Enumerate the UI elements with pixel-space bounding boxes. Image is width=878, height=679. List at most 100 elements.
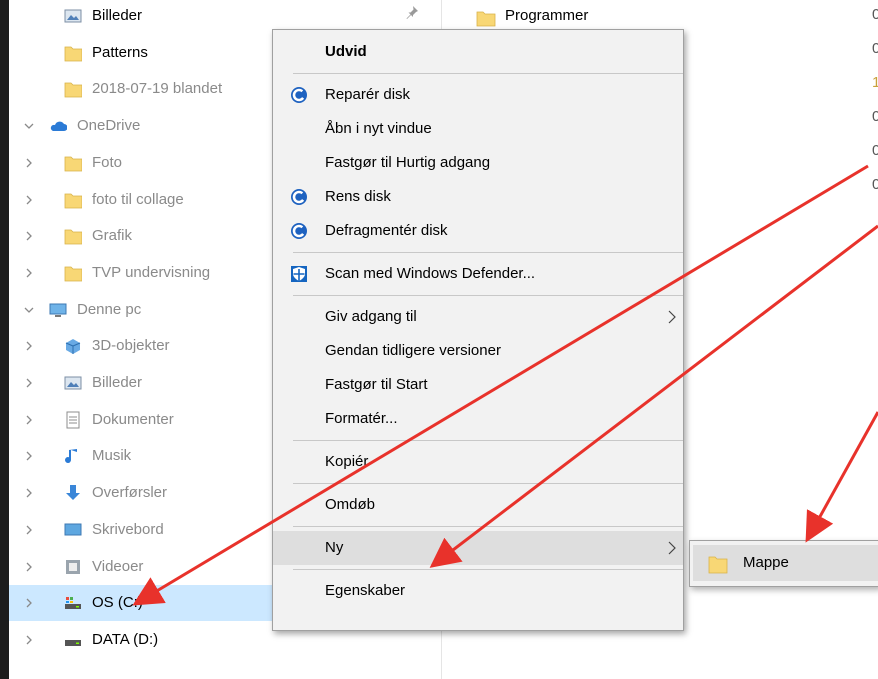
nav-item-label: foto til collage — [92, 190, 184, 208]
chevron-right-icon[interactable] — [23, 561, 35, 573]
nav-item-label: Skrivebord — [92, 520, 164, 538]
folder-icon — [64, 44, 83, 62]
menu-item[interactable]: Rens disk — [273, 180, 683, 214]
nav-item-label: Billeder — [92, 7, 143, 24]
folder-icon — [708, 556, 728, 574]
menu-item-label: Egenskaber — [325, 582, 406, 599]
3d-objects-icon — [64, 337, 82, 355]
nav-item-label: Foto — [92, 153, 123, 171]
chevron-right-icon[interactable] — [23, 524, 35, 536]
drive-icon — [64, 631, 82, 649]
column-value: 0 — [872, 6, 878, 23]
menu-item[interactable]: Reparér disk — [273, 78, 683, 112]
menu-separator — [293, 569, 683, 570]
menu-item-label: Fastgør til Hurtig adgang — [325, 154, 491, 171]
chevron-down-icon[interactable] — [23, 120, 35, 132]
file-name-programmer[interactable]: Programmer — [505, 7, 588, 24]
music-icon — [64, 447, 82, 465]
chevron-right-icon[interactable] — [23, 377, 35, 389]
pin-icon — [405, 5, 419, 19]
nav-item-label: Patterns — [92, 43, 148, 61]
menu-item-label: Formatér... — [325, 410, 398, 427]
ccleaner-icon — [290, 222, 308, 240]
system-drive-icon — [64, 594, 82, 612]
menu-item[interactable]: Defragmentér disk — [273, 214, 683, 248]
menu-item[interactable]: Udvid — [273, 35, 683, 69]
column-value: 0 — [872, 176, 878, 193]
folder-icon — [64, 227, 83, 245]
chevron-down-icon[interactable] — [23, 304, 35, 316]
nav-item-label: Overførsler — [92, 484, 167, 502]
chevron-right-icon[interactable] — [23, 450, 35, 462]
chevron-right-icon — [667, 310, 677, 324]
menu-item[interactable]: Formatér... — [273, 402, 683, 436]
menu-item-label: Reparér disk — [325, 86, 411, 103]
computer-icon — [49, 301, 67, 319]
nav-item-label: Denne pc — [77, 300, 142, 318]
windows-defender-icon — [290, 265, 308, 283]
menu-separator — [293, 252, 683, 253]
folder-icon — [64, 154, 83, 172]
nav-item-label: OS (C:) — [92, 594, 143, 612]
nav-item-label: OneDrive — [77, 117, 141, 135]
menu-separator — [293, 295, 683, 296]
menu-item[interactable]: Åbn i nyt vindue — [273, 112, 683, 146]
chevron-right-icon[interactable] — [23, 597, 35, 609]
downloads-icon — [64, 484, 82, 502]
menu-separator — [293, 440, 683, 441]
chevron-right-icon[interactable] — [23, 230, 35, 242]
chevron-right-icon[interactable] — [23, 267, 35, 279]
desktop-icon — [64, 521, 82, 539]
folder-icon — [64, 191, 83, 209]
menu-item-label: Defragmentér disk — [325, 222, 448, 239]
context-menu: Udvid Reparér disk Åbn i nyt vindue Fastgør… — [272, 29, 684, 631]
chevron-right-icon[interactable] — [23, 340, 35, 352]
menu-item[interactable]: Ny — [273, 531, 683, 565]
menu-item[interactable]: Omdøb — [273, 488, 683, 522]
videos-icon — [64, 558, 82, 576]
nav-item-label: TVP undervisning — [92, 263, 211, 281]
menu-item-label: Udvid — [325, 43, 367, 60]
nav-item-label: Billeder — [92, 374, 143, 391]
menu-item[interactable]: Gendan tidligere versioner — [273, 334, 683, 368]
menu-item[interactable]: Fastgør til Start — [273, 368, 683, 402]
window-edge — [0, 0, 9, 679]
chevron-right-icon[interactable] — [23, 194, 35, 206]
chevron-right-icon[interactable] — [23, 487, 35, 499]
menu-item-label: Kopiér — [325, 453, 369, 470]
menu-item-label: Omdøb — [325, 496, 376, 513]
menu-item[interactable]: Scan med Windows Defender... — [273, 257, 683, 291]
menu-item-label: Åbn i nyt vindue — [325, 120, 432, 137]
menu-item-label: Rens disk — [325, 188, 391, 205]
menu-item[interactable]: Giv adgang til — [273, 300, 683, 334]
submenu-new: Mappe — [689, 540, 878, 587]
nav-item-label: 2018-07-19 blandet — [92, 80, 223, 98]
submenu-item-folder[interactable]: Mappe — [693, 545, 878, 581]
nav-item-label: DATA (D:) — [92, 630, 159, 648]
pictures-folder-icon — [64, 7, 82, 25]
column-value: 0 — [872, 142, 878, 159]
chevron-right-icon — [667, 541, 677, 555]
chevron-right-icon[interactable] — [23, 157, 35, 169]
menu-separator — [293, 73, 683, 74]
menu-item-label: Fastgør til Start — [325, 376, 428, 393]
chevron-right-icon[interactable] — [23, 414, 35, 426]
menu-item-label: Ny — [325, 539, 344, 556]
submenu-item-label: Mappe — [743, 554, 789, 571]
nav-item-label: Grafik — [92, 227, 133, 245]
chevron-right-icon[interactable] — [23, 634, 35, 646]
ccleaner-icon — [290, 86, 308, 104]
menu-separator — [293, 483, 683, 484]
documents-icon — [64, 411, 82, 429]
menu-item[interactable]: Kopiér — [273, 445, 683, 479]
menu-item[interactable]: Fastgør til Hurtig adgang — [273, 146, 683, 180]
nav-item-label: Dokumenter — [92, 410, 174, 428]
menu-item-label: Giv adgang til — [325, 308, 417, 325]
column-value: 0 — [872, 108, 878, 125]
menu-item[interactable]: Egenskaber — [273, 574, 683, 608]
menu-item-label: Gendan tidligere versioner — [325, 342, 501, 359]
menu-separator — [293, 526, 683, 527]
nav-item-label: 3D-objekter — [92, 337, 170, 355]
folder-icon — [64, 80, 83, 98]
column-value: 1 — [872, 74, 878, 91]
